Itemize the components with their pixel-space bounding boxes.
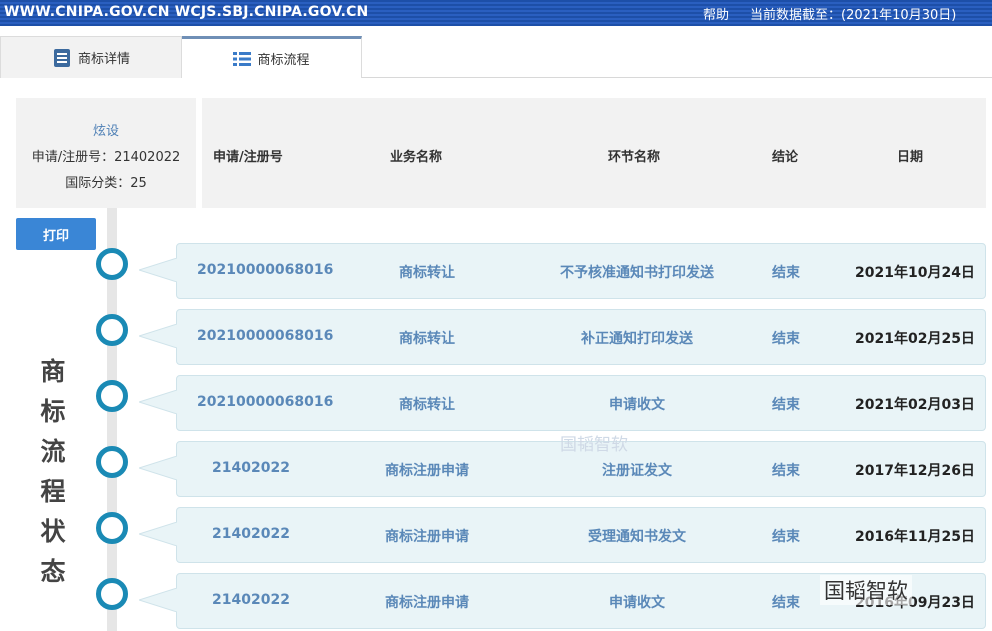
list-icon: [233, 51, 252, 66]
cell-business-name: 商标注册申请: [385, 595, 469, 611]
international-class: 国际分类：25: [65, 176, 147, 191]
print-button[interactable]: 打印: [16, 218, 96, 250]
row-pointer: [139, 588, 177, 612]
column-date: 日期: [897, 150, 924, 165]
cell-reg-number[interactable]: 20210000068016: [197, 394, 333, 410]
cell-reg-number[interactable]: 21402022: [212, 526, 290, 542]
top-bar: WWW.CNIPA.GOV.CN WCJS.SBJ.CNIPA.GOV.CN 帮…: [0, 0, 992, 26]
help-link[interactable]: 帮助: [703, 4, 729, 23]
tab-flow-label: 商标流程: [257, 53, 310, 68]
cell-reg-number[interactable]: 21402022: [212, 460, 290, 476]
cell-date: 2016年11月25日: [855, 529, 975, 545]
site-url: WWW.CNIPA.GOV.CN WCJS.SBJ.CNIPA.GOV.CN: [4, 4, 369, 20]
trademark-info-box: 炫设 申请/注册号：21402022 国际分类：25: [16, 98, 196, 208]
cell-business-name: 商标转让: [399, 265, 455, 281]
row-pointer: [139, 522, 177, 546]
row-pointer: [139, 258, 177, 282]
cell-date: 2021年02月03日: [855, 397, 975, 413]
cell-stage-name: 申请收文: [609, 595, 665, 611]
cell-result: 结束: [772, 595, 800, 611]
cell-date: 2017年12月26日: [855, 463, 975, 479]
cell-date: 2021年02月25日: [855, 331, 975, 347]
table-row: 20210000068016 商标转让 不予核准通知书打印发送 结束 2021年10月2…: [139, 243, 986, 299]
timeline-node: [96, 314, 128, 346]
cell-business-name: 商标注册申请: [385, 463, 469, 479]
row-pointer: [139, 390, 177, 414]
table-row: 20210000068016 商标转让 补正通知打印发送 结束 2021年02月25日: [139, 309, 986, 365]
column-stage-name: 环节名称: [608, 150, 661, 165]
cell-reg-number[interactable]: 20210000068016: [197, 262, 333, 278]
cell-result: 结束: [772, 331, 800, 347]
table-row: 21402022 商标注册申请 受理通知书发文 结束 2016年11月25日: [139, 507, 986, 563]
cell-business-name: 商标转让: [399, 397, 455, 413]
corner-watermark: 国韬智软: [820, 575, 912, 605]
cell-stage-name: 补正通知打印发送: [581, 331, 693, 347]
cell-business-name: 商标转让: [399, 331, 455, 347]
trademark-name: 炫设: [92, 124, 119, 139]
table-header: 申请/注册号 业务名称 环节名称 结论 日期: [202, 98, 986, 208]
column-reg-number: 申请/注册号: [213, 150, 283, 165]
document-icon: [53, 48, 70, 67]
data-cutoff-date: 当前数据截至：(2021年10月30日): [750, 8, 957, 23]
timeline-node: [96, 380, 128, 412]
table-row: 20210000068016 商标转让 申请收文 结束 2021年02月03日: [139, 375, 986, 431]
cell-date: 2021年10月24日: [855, 265, 975, 281]
tab-trademark-flow[interactable]: 商标流程: [182, 36, 362, 78]
tab-bar: 商标详情 商标流程: [0, 36, 992, 78]
flow-status-vertical-title: 商标流程状态: [40, 357, 66, 586]
cell-business-name: 商标注册申请: [385, 529, 469, 545]
cell-result: 结束: [772, 463, 800, 479]
cell-stage-name: 不予核准通知书打印发送: [560, 265, 714, 281]
timeline-node: [96, 512, 128, 544]
cell-reg-number[interactable]: 21402022: [212, 592, 290, 608]
column-business-name: 业务名称: [390, 150, 443, 165]
cell-stage-name: 注册证发文: [602, 463, 672, 479]
cell-stage-name: 受理通知书发文: [588, 529, 686, 545]
tab-details-label: 商标详情: [77, 52, 130, 67]
timeline-node: [96, 248, 128, 280]
row-pointer: [139, 456, 177, 480]
table-row: 21402022 商标注册申请 注册证发文 结束 2017年12月26日: [139, 441, 986, 497]
cell-result: 结束: [772, 529, 800, 545]
timeline-node: [96, 578, 128, 610]
timeline-node: [96, 446, 128, 478]
cell-result: 结束: [772, 265, 800, 281]
column-result: 结论: [772, 150, 799, 165]
cell-stage-name: 申请收文: [609, 397, 665, 413]
tab-trademark-details[interactable]: 商标详情: [0, 36, 182, 78]
row-pointer: [139, 324, 177, 348]
cell-reg-number[interactable]: 20210000068016: [197, 328, 333, 344]
registration-number: 申请/注册号：21402022: [31, 150, 181, 165]
cell-result: 结束: [772, 397, 800, 413]
